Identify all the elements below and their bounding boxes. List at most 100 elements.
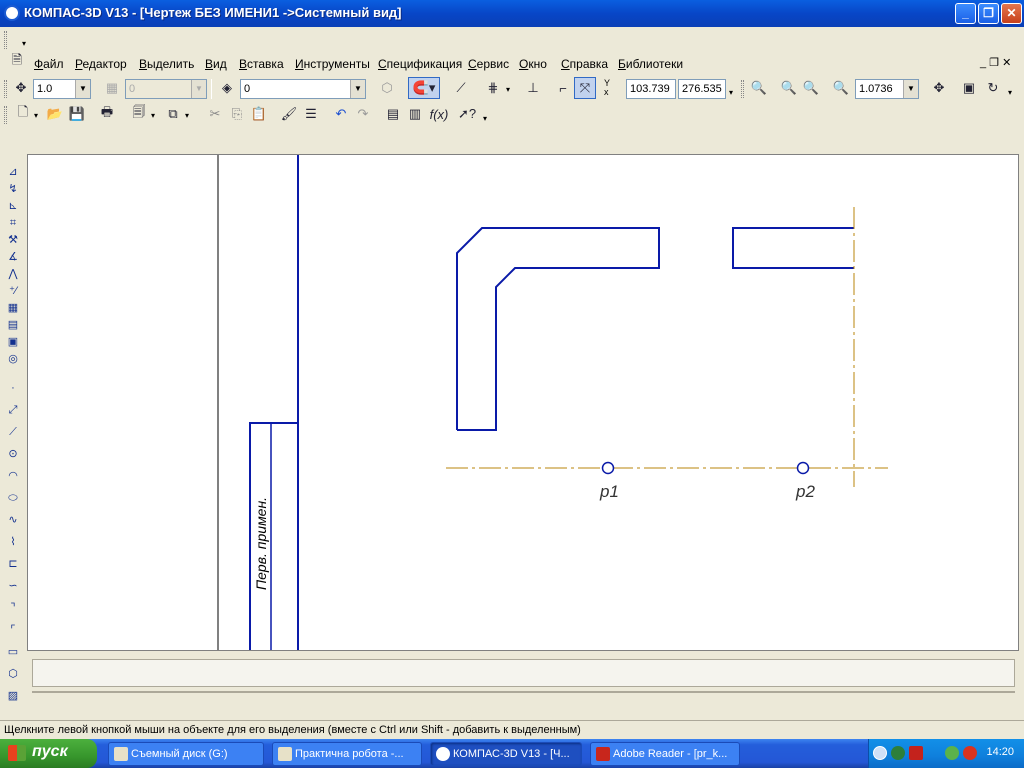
menu-libraries[interactable]: Библиотеки (618, 57, 683, 71)
redo-icon[interactable]: ↷ (352, 103, 374, 125)
coord-y-field[interactable]: 276.535 (678, 79, 726, 99)
segment-icon[interactable]: ⟋ (3, 424, 23, 440)
tray-back-icon[interactable] (873, 746, 887, 760)
ellipse-icon[interactable]: ⬭ (3, 490, 23, 506)
measure-tool-icon[interactable]: ∡ (3, 249, 23, 265)
task-adobe-reader[interactable]: Adobe Reader - [pr_k... (590, 742, 740, 766)
polygon-icon[interactable]: ⬡ (3, 666, 23, 682)
kompas-app-icon[interactable] (4, 5, 20, 21)
zoom-out-icon[interactable]: 🔍 (800, 77, 822, 99)
angle-icon[interactable]: ▦ (101, 77, 123, 99)
menu-select[interactable]: Выделить (139, 57, 194, 71)
undo-icon[interactable]: ↶ (330, 103, 352, 125)
save-icon[interactable]: 💾 (66, 103, 88, 125)
chevron-down-icon[interactable]: ▾ (151, 111, 155, 120)
chamfer-icon[interactable]: ⌝ (3, 600, 23, 616)
tray-network-icon[interactable] (945, 746, 959, 760)
chevron-down-icon[interactable]: ▼ (191, 80, 206, 98)
reports-tool-icon[interactable]: ▦ (3, 300, 23, 316)
spline-icon[interactable]: ∿ (3, 512, 23, 528)
variables-fx-icon[interactable]: f(x) (428, 103, 450, 125)
library-manager-icon[interactable]: ▥ (404, 103, 426, 125)
angle-combo[interactable]: 0 ▼ (125, 79, 207, 99)
grid-icon[interactable]: ⋕ (482, 77, 504, 99)
task-removable-disk[interactable]: Съемный диск (G:) (108, 742, 264, 766)
spec-tool-icon[interactable]: ⁺⁄ (3, 283, 23, 299)
local-coords-icon[interactable]: ⊥ (522, 77, 544, 99)
title-bar[interactable]: КОМПАС-3D V13 - [Чертеж БЕЗ ИМЕНИ1 ->Сис… (0, 0, 1024, 27)
view-tool-icon[interactable]: ◎ (3, 351, 23, 367)
geometry-tool-icon[interactable]: ⊿ (3, 164, 23, 180)
new-document-icon[interactable]: 🗋 (12, 103, 34, 125)
zoom-in-icon[interactable]: 🔍 (778, 77, 800, 99)
snap-magnet-button[interactable]: 🧲▾ (408, 77, 440, 99)
print-preview-icon[interactable]: 🗐 (128, 103, 150, 125)
dimensions-tool-icon[interactable]: ↯ (3, 181, 23, 197)
nurbs-icon[interactable]: ⌇ (3, 534, 23, 550)
menu-insert[interactable]: Вставка (239, 57, 284, 71)
open-folder-icon[interactable]: 📂 (44, 103, 66, 125)
menu-specification[interactable]: Спецификация (378, 57, 462, 71)
tray-update-icon[interactable] (891, 746, 905, 760)
bezier-icon[interactable]: ∽ (3, 578, 23, 594)
clock[interactable]: 14:20 (986, 746, 1014, 758)
drawing-canvas[interactable]: Перв. примен. p1 p2 (27, 154, 1019, 651)
zoom-combo[interactable]: 1.0736 ▼ (855, 79, 919, 99)
show-all-icon[interactable]: ▣ (958, 77, 980, 99)
copy-icon[interactable]: ⎘ (226, 103, 248, 125)
refresh-icon[interactable]: ↻ (982, 77, 1004, 99)
point-p2[interactable] (796, 461, 810, 475)
round-coords-icon[interactable]: ⤧ (574, 77, 596, 99)
coord-x-field[interactable]: 103.739 (626, 79, 676, 99)
rectangle-icon[interactable]: ▭ (3, 644, 23, 660)
polyline-icon[interactable]: ⊏ (3, 556, 23, 572)
task-kompas[interactable]: КОМПАС-3D V13 - [Ч... (430, 742, 582, 766)
fillet-icon[interactable]: ⌜ (3, 622, 23, 638)
menu-help[interactable]: Справка (561, 57, 608, 71)
ortho-mode-icon[interactable]: ⌐ (552, 77, 574, 99)
toolbar-grip[interactable] (741, 80, 744, 98)
menu-editor[interactable]: Редактор (75, 57, 127, 71)
help-pointer-icon[interactable]: ➚? (456, 103, 478, 125)
designations-tool-icon[interactable]: ⊾ (3, 198, 23, 214)
layer-properties-icon[interactable]: ⬡ (376, 77, 398, 99)
print-icon[interactable]: 🖶 (96, 103, 118, 125)
close-button[interactable]: ✕ (1001, 3, 1022, 24)
step-cursor-icon[interactable]: ✥ (10, 77, 32, 99)
toolbar-grip[interactable] (4, 80, 7, 98)
start-button[interactable]: пуск (0, 739, 97, 768)
l-profile-shape[interactable] (456, 227, 660, 431)
property-bar[interactable] (32, 659, 1015, 687)
toolbar-grip[interactable] (4, 31, 7, 49)
zoom-scale-icon[interactable]: 🔍 (830, 77, 852, 99)
insert-tool-icon[interactable]: ▤ (3, 317, 23, 333)
layer-combo[interactable]: 0 ▼ (240, 79, 366, 99)
parametrization-tool-icon[interactable]: ⚒ (3, 232, 23, 248)
pan-icon[interactable]: ✥ (928, 77, 950, 99)
menu-view[interactable]: Вид (205, 57, 227, 71)
step-combo[interactable]: 1.0 ▼ (33, 79, 91, 99)
hatch-icon[interactable]: ▨ (3, 688, 23, 704)
menu-service[interactable]: Сервис (468, 57, 509, 71)
ortho-icon[interactable]: ⟋ (450, 77, 472, 99)
chevron-down-icon[interactable]: ▼ (903, 80, 918, 98)
paste-icon[interactable]: 📋 (248, 103, 270, 125)
fragment-tool-icon[interactable]: ▣ (3, 334, 23, 350)
toolbar-chevron-icon[interactable]: ▾ (483, 114, 487, 123)
document-icon[interactable]: 🗎 (6, 51, 28, 73)
arc-icon[interactable]: ◠ (3, 468, 23, 484)
task-word-document[interactable]: Практична робота -... (272, 742, 422, 766)
restore-button[interactable]: ❐ (978, 3, 999, 24)
menu-file[interactable]: Файл (34, 57, 64, 71)
manager-icon[interactable]: ⧉ (162, 103, 184, 125)
point-icon[interactable]: · (3, 380, 23, 396)
point-p1[interactable] (601, 461, 615, 475)
toolbar-chevron-icon[interactable]: ▾ (22, 39, 26, 48)
edit-tool-icon[interactable]: ⌗ (3, 215, 23, 231)
select-tool-icon[interactable]: ⋀ (3, 266, 23, 282)
layers-icon[interactable]: ◈ (216, 77, 238, 99)
format-brush-icon[interactable]: 🖌 (278, 103, 300, 125)
menu-tools[interactable]: Инструменты (295, 57, 370, 71)
menu-window[interactable]: Окно (519, 57, 547, 71)
chevron-down-icon[interactable]: ▼ (350, 80, 365, 98)
